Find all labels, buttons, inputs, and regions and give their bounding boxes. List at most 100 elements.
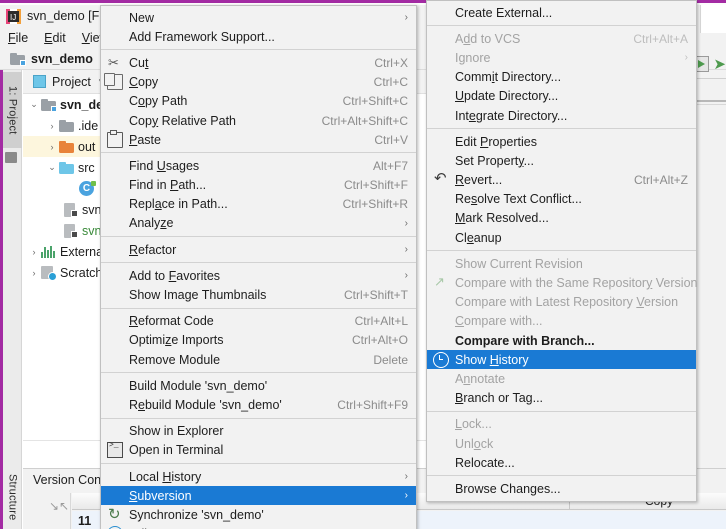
menu-item-copy[interactable]: CopyCtrl+C (101, 73, 416, 92)
menu-item-replace-in-path[interactable]: Replace in Path...Ctrl+Shift+R (101, 195, 416, 214)
menu-separator (427, 411, 696, 412)
menu-item-new[interactable]: New› (101, 8, 416, 27)
menu-item-add-to-favorites[interactable]: Add to Favorites› (101, 266, 416, 285)
menu-item-label: Rebuild Module 'svn_demo' (129, 398, 282, 412)
project-panel-title: Project (52, 75, 91, 89)
toolbar-divider (694, 78, 726, 79)
update-icon[interactable]: ➤ (713, 55, 726, 73)
menu-item-resolve-text-conflict[interactable]: Resolve Text Conflict... (427, 190, 696, 209)
menu-item-label: Edit Properties (455, 135, 537, 149)
menu-item-label: Show History (455, 353, 529, 367)
menu-item-label: Open in Terminal (129, 443, 223, 457)
menu-separator (101, 418, 416, 419)
menu-item-shortcut: Ctrl+Alt+L (331, 314, 408, 328)
menu-item-label: Paste (129, 133, 161, 147)
chevron-right-icon[interactable]: › (27, 247, 41, 257)
menu-item-compare-with-the-same-repository-version: Compare with the Same Repository Version (427, 273, 696, 292)
menu-item-label: Add to Favorites (129, 269, 220, 283)
menu-item-create-external[interactable]: Create External... (427, 3, 696, 22)
menu-item-label: Mark Resolved... (455, 211, 549, 225)
menu-item-integrate-directory[interactable]: Integrate Directory... (427, 106, 696, 125)
menu-item-label: Compare with Branch... (455, 334, 595, 348)
menu-item-shortcut: Ctrl+V (350, 133, 408, 147)
menu-item-paste[interactable]: Paste Ctrl+V (101, 130, 416, 149)
menu-item-edit-properties[interactable]: Edit Properties (427, 132, 696, 151)
menu-item-set-property[interactable]: Set Property... (427, 151, 696, 170)
sidebar-item-project[interactable]: 1: Project (3, 72, 22, 148)
menu-item-label: Commit Directory... (455, 70, 561, 84)
collapse-icon[interactable]: ↘↖ (49, 499, 69, 513)
class-icon: C (79, 181, 94, 196)
chevron-right-icon[interactable]: › (45, 142, 59, 152)
menu-item-compare-with-branch[interactable]: Compare with Branch... (427, 331, 696, 350)
menu-item-edit-scopes[interactable]: Edit Scopes... (101, 525, 416, 529)
menu-item-label: Compare with... (455, 314, 543, 328)
menu-item-build-module-svn-demo[interactable]: Build Module 'svn_demo' (101, 376, 416, 395)
menu-item-label: Revert... (455, 173, 502, 187)
menu-item-label: Show in Explorer (129, 424, 224, 438)
menu-item-optimize-imports[interactable]: Optimize ImportsCtrl+Alt+O (101, 331, 416, 350)
menu-item-mark-resolved[interactable]: Mark Resolved... (427, 209, 696, 228)
menu-item-add-framework-support[interactable]: Add Framework Support... (101, 27, 416, 46)
menu-item-rebuild-module-svn-demo[interactable]: Rebuild Module 'svn_demo'Ctrl+Shift+F9 (101, 395, 416, 414)
menu-item-label: Compare with the Same Repository Version (455, 276, 697, 290)
menubar-item-file[interactable]: File (8, 31, 28, 45)
menu-item-refactor[interactable]: Refactor› (101, 240, 416, 259)
menu-item-show-image-thumbnails[interactable]: Show Image ThumbnailsCtrl+Shift+T (101, 285, 416, 304)
tree-node-label: .ide (78, 119, 98, 133)
tree-node-label: Scratch (60, 266, 102, 280)
menu-item-label: Add Framework Support... (129, 30, 275, 44)
menu-item-open-in-terminal[interactable]: Open in Terminal (101, 441, 416, 460)
menu-item-show-history[interactable]: Show History (427, 350, 696, 369)
history-icon (433, 352, 449, 368)
menu-item-label: Relocate... (455, 456, 515, 470)
menu-item-copy-path[interactable]: Copy PathCtrl+Shift+C (101, 92, 416, 111)
menu-item-browse-changes[interactable]: Browse Changes... (427, 479, 696, 498)
menu-item-commit-directory[interactable]: Commit Directory... (427, 68, 696, 87)
menu-item-label: Annotate (455, 372, 505, 386)
cut-icon (107, 55, 123, 71)
menu-item-revert[interactable]: Revert...Ctrl+Alt+Z (427, 171, 696, 190)
menu-item-update-directory[interactable]: Update Directory... (427, 87, 696, 106)
menu-item-subversion[interactable]: Subversion› (101, 486, 416, 505)
chevron-right-icon: › (661, 52, 688, 63)
menu-item-label: New (129, 11, 154, 25)
menu-item-relocate[interactable]: Relocate... (427, 453, 696, 472)
svg-text:IJ: IJ (10, 13, 16, 22)
toolbar-divider (694, 104, 726, 105)
chevron-expanded-icon[interactable]: ⌄ (27, 99, 41, 110)
menu-item-show-in-explorer[interactable]: Show in Explorer (101, 422, 416, 441)
menu-separator (101, 152, 416, 153)
menu-item-copy-relative-path[interactable]: Copy Relative PathCtrl+Alt+Shift+C (101, 111, 416, 130)
menu-item-analyze[interactable]: Analyze› (101, 214, 416, 233)
menu-item-shortcut: Ctrl+Alt+Shift+C (298, 114, 408, 128)
chevron-expanded-icon[interactable]: ⌄ (45, 162, 59, 173)
menu-item-add-to-vcs: Add to VCSCtrl+Alt+A (427, 29, 696, 48)
menu-item-label: Integrate Directory... (455, 109, 567, 123)
menu-item-label: Replace in Path... (129, 197, 228, 211)
project-context-menu[interactable]: New›Add Framework Support...CutCtrl+XCop… (100, 5, 417, 529)
menu-item-find-in-path[interactable]: Find in Path...Ctrl+Shift+F (101, 176, 416, 195)
chevron-right-icon[interactable]: › (27, 268, 41, 278)
menu-item-label: Show Image Thumbnails (129, 288, 266, 302)
subversion-submenu[interactable]: Create External... Add to VCSCtrl+Alt+A Ig… (426, 0, 697, 502)
menu-item-remove-module[interactable]: Remove ModuleDelete (101, 350, 416, 369)
menu-item-branch-or-tag[interactable]: Branch or Tag... (427, 389, 696, 408)
menu-item-cleanup[interactable]: Cleanup (427, 228, 696, 247)
menu-item-cut[interactable]: CutCtrl+X (101, 53, 416, 72)
folder-orange-icon (59, 140, 74, 153)
menu-item-local-history[interactable]: Local History› (101, 467, 416, 486)
menu-item-label: Ignore (455, 51, 490, 65)
breadcrumb-project[interactable]: svn_demo (31, 52, 93, 66)
menu-item-reformat-code[interactable]: Reformat CodeCtrl+Alt+L (101, 312, 416, 331)
menu-item-find-usages[interactable]: Find UsagesAlt+F7 (101, 156, 416, 175)
sidebar-item-structure[interactable]: Structure (3, 465, 22, 529)
menubar-item-edit[interactable]: Edit (44, 31, 66, 45)
library-icon (41, 245, 56, 258)
menu-item-label: Synchronize 'svn_demo' (129, 508, 264, 522)
menu-item-synchronize-svn-demo[interactable]: Synchronize 'svn_demo' (101, 505, 416, 524)
menu-item-label: Refactor (129, 243, 176, 257)
menu-item-label: Find Usages (129, 159, 199, 173)
scratches-icon (41, 266, 56, 280)
chevron-right-icon[interactable]: › (45, 121, 59, 131)
